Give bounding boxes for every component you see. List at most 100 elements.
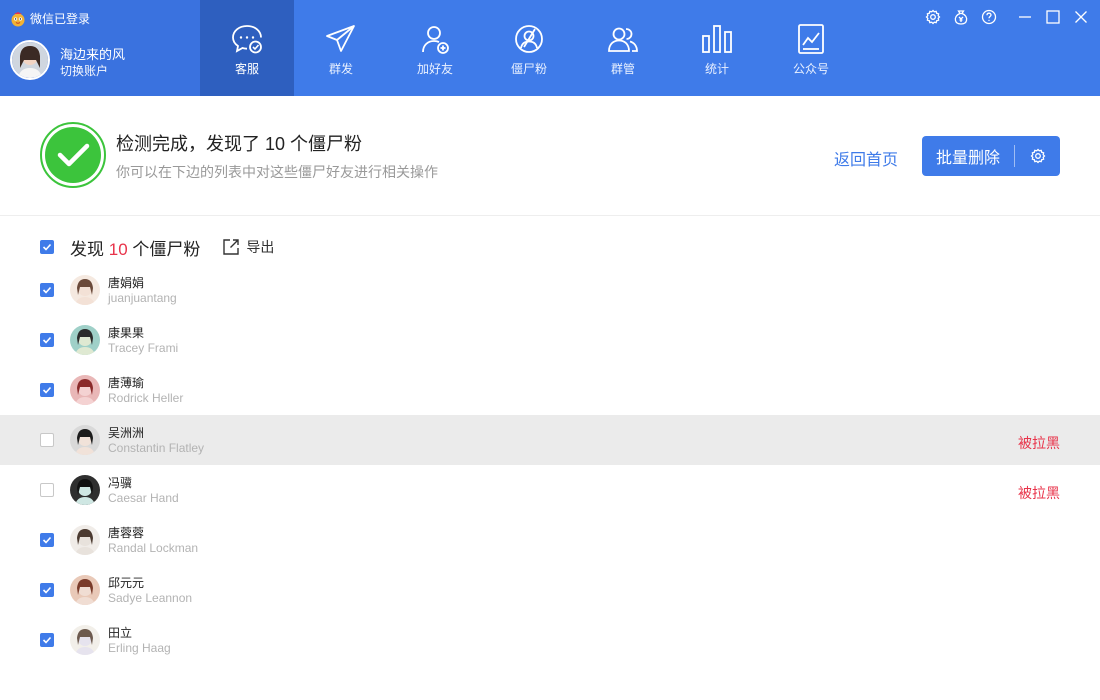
- select-all-checkbox[interactable]: [40, 240, 54, 254]
- row-checkbox[interactable]: [40, 333, 54, 347]
- table-row[interactable]: 邱元元 Sadye Leannon: [0, 565, 1100, 615]
- gear-icon: [925, 9, 941, 25]
- summary-prefix: 发现: [70, 239, 104, 259]
- gear-icon: [1030, 148, 1045, 164]
- friend-avatar: [70, 625, 100, 655]
- nav-item-add-friend[interactable]: 加好友: [388, 0, 482, 96]
- friend-account: Tracey Frami: [108, 341, 179, 355]
- user-name: 海边来的风: [60, 47, 126, 62]
- result-subtitle: 你可以在下边的列表中对这些僵尸好友进行相关操作: [116, 164, 438, 180]
- main-nav: 客服 群发 加好友 僵尸粉 群管 统计 公众号: [200, 0, 858, 96]
- friend-account: Erling Haag: [108, 641, 171, 655]
- friend-name: 冯骥: [108, 476, 133, 490]
- group-manage-icon: [608, 27, 638, 52]
- row-checkbox[interactable]: [40, 483, 54, 497]
- login-status: 微信已登录: [10, 10, 90, 27]
- friend-account: Caesar Hand: [108, 491, 179, 505]
- nav-label-group-manage: 群管: [610, 62, 635, 76]
- zombie-fans-icon: [515, 25, 543, 53]
- nav-item-stats[interactable]: 统计: [670, 0, 764, 96]
- export-button[interactable]: 导出: [222, 237, 274, 257]
- chat-bubble-icon: [232, 25, 262, 54]
- friend-account: juanjuantang: [108, 291, 177, 305]
- summary-row: 发现 10 个僵尸粉 导出: [40, 236, 274, 259]
- row-checkbox[interactable]: [40, 633, 54, 647]
- batch-delete-settings[interactable]: [1015, 148, 1060, 164]
- checkmark-icon: [42, 243, 52, 251]
- wallet-button[interactable]: [952, 8, 970, 26]
- nav-item-customer-service[interactable]: 客服: [200, 0, 294, 96]
- nav-label-stats: 统计: [704, 62, 729, 76]
- export-icon: [223, 239, 240, 255]
- close-icon: [1075, 11, 1087, 23]
- add-friend-icon: [422, 26, 449, 54]
- table-row[interactable]: 康果果 Tracey Frami: [0, 315, 1100, 365]
- nav-label-official-account: 公众号: [792, 62, 829, 76]
- paper-plane-icon: [326, 25, 355, 52]
- nav-item-mass-send[interactable]: 群发: [294, 0, 388, 96]
- result-title: 检测完成，发现了 10 个僵尸粉: [116, 134, 363, 154]
- detection-result-banner: 检测完成，发现了 10 个僵尸粉 你可以在下边的列表中对这些僵尸好友进行相关操作…: [0, 96, 1100, 216]
- row-checkbox[interactable]: [40, 583, 54, 597]
- nav-label-customer-service: 客服: [234, 62, 259, 76]
- friend-account: Rodrick Heller: [108, 391, 184, 405]
- table-row[interactable]: 冯骥 Caesar Hand 被拉黑: [0, 465, 1100, 515]
- table-row[interactable]: 唐薄瑜 Rodrick Heller: [0, 365, 1100, 415]
- user-avatar[interactable]: [10, 40, 50, 80]
- success-check-icon: [40, 122, 106, 188]
- table-row[interactable]: 唐娟娟 juanjuantang: [0, 265, 1100, 315]
- friend-avatar: [70, 325, 100, 355]
- app-logo-icon: [11, 11, 25, 26]
- blocked-status: 被拉黑: [1018, 435, 1060, 451]
- checkmark-icon: [42, 286, 52, 294]
- friend-name: 吴洲洲: [108, 426, 145, 440]
- top-bar: 微信已登录 海边来的风 切换账户 客服 群发 加好友 僵尸粉 群管 统计 公众号: [0, 0, 1100, 96]
- batch-delete-button[interactable]: 批量删除: [922, 136, 1060, 176]
- back-home-link[interactable]: 返回首页: [834, 146, 898, 170]
- friend-avatar: [70, 425, 100, 455]
- help-button[interactable]: [980, 8, 998, 26]
- login-status-text: 微信已登录: [30, 12, 91, 26]
- friend-name: 邱元元: [108, 576, 145, 590]
- friend-avatar: [70, 375, 100, 405]
- friend-avatar: [70, 525, 100, 555]
- help-icon: [981, 9, 997, 25]
- friend-account: Constantin Flatley: [108, 441, 205, 455]
- window-controls: [924, 8, 1090, 26]
- checkmark-icon: [42, 536, 52, 544]
- zombie-count: 10: [108, 239, 128, 259]
- blocked-status: 被拉黑: [1018, 485, 1060, 501]
- row-checkbox[interactable]: [40, 433, 54, 447]
- friend-name: 唐娟娟: [108, 276, 145, 290]
- row-checkbox[interactable]: [40, 533, 54, 547]
- table-row[interactable]: 唐蓉蓉 Randal Lockman: [0, 515, 1100, 565]
- friend-account: Randal Lockman: [108, 541, 199, 555]
- close-button[interactable]: [1072, 8, 1090, 26]
- nav-label-zombie-fans: 僵尸粉: [510, 62, 547, 76]
- summary-suffix: 个僵尸粉: [132, 239, 201, 259]
- nav-item-official-account[interactable]: 公众号: [764, 0, 858, 96]
- export-label: 导出: [246, 239, 275, 255]
- minimize-button[interactable]: [1016, 8, 1034, 26]
- account-panel: 微信已登录 海边来的风 切换账户: [0, 0, 200, 96]
- table-row[interactable]: 田立 Erling Haag: [0, 615, 1100, 665]
- maximize-icon: [1046, 10, 1060, 24]
- nav-item-zombie-fans[interactable]: 僵尸粉: [482, 0, 576, 96]
- table-row[interactable]: 吴洲洲 Constantin Flatley 被拉黑: [0, 415, 1100, 465]
- row-checkbox[interactable]: [40, 383, 54, 397]
- checkmark-icon: [42, 386, 52, 394]
- friend-avatar: [70, 575, 100, 605]
- nav-label-add-friend: 加好友: [416, 62, 453, 76]
- checkmark-icon: [42, 636, 52, 644]
- row-checkbox[interactable]: [40, 283, 54, 297]
- nav-label-mass-send: 群发: [328, 62, 353, 76]
- settings-button[interactable]: [924, 8, 942, 26]
- money-bag-icon: [954, 10, 968, 25]
- switch-account-link[interactable]: 切换账户: [60, 62, 108, 79]
- maximize-button[interactable]: [1044, 8, 1062, 26]
- nav-item-group-manage[interactable]: 群管: [576, 0, 670, 96]
- bar-stats-icon: [702, 25, 732, 53]
- friend-name: 唐薄瑜: [108, 376, 145, 390]
- friend-account: Sadye Leannon: [108, 591, 193, 605]
- checkmark-icon: [42, 336, 52, 344]
